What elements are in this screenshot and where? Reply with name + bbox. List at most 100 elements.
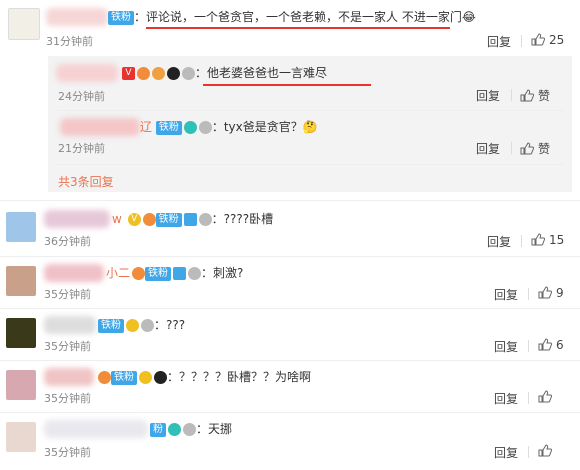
highlight-underline <box>146 27 450 29</box>
fans-icon <box>98 371 111 384</box>
timestamp: 36分钟前 <box>44 235 91 248</box>
divider <box>528 288 529 300</box>
like-button[interactable]: 赞 <box>520 140 550 157</box>
calendar-icon <box>173 267 187 280</box>
blurred-username <box>46 8 108 26</box>
reply-button[interactable]: 回复 <box>487 33 511 50</box>
reply-button[interactable]: 回复 <box>494 286 518 303</box>
reply-button[interactable]: 回复 <box>476 140 500 157</box>
reply-button[interactable]: 回复 <box>487 233 511 250</box>
username[interactable]: 小二 <box>106 266 130 280</box>
comment-2: w V 铁粉 ：????卧槽 36分钟前 回复 15 <box>0 200 580 258</box>
blurred-username <box>44 368 94 386</box>
like-button[interactable]: 25 <box>531 33 564 47</box>
comment-line: 铁粉 ：评论说，一个爸贪官，一个爸老赖，不是一家人 不进一家门😂 <box>108 8 476 25</box>
medal-icon <box>198 213 212 226</box>
sub-reply-text: 他老婆爸爸也一言难尽 <box>207 66 328 80</box>
vip-icon: V <box>127 213 141 226</box>
calendar-icon <box>183 213 197 226</box>
avatar[interactable] <box>8 8 40 40</box>
timestamp: 35分钟前 <box>44 340 91 353</box>
like-button[interactable]: 6 <box>538 338 564 352</box>
comment-text: ：天挪 <box>196 422 233 436</box>
avatar[interactable] <box>6 266 36 296</box>
more-replies-link[interactable]: 共3条回复 <box>58 173 114 190</box>
fan-badge[interactable]: 铁粉 <box>155 212 182 227</box>
thumbs-up-icon <box>520 142 534 155</box>
divider <box>56 164 564 165</box>
blurred-username <box>44 316 96 334</box>
reply-button[interactable]: 回复 <box>494 444 518 461</box>
timestamp: 35分钟前 <box>44 392 91 405</box>
like-button[interactable]: 赞 <box>520 87 550 104</box>
divider <box>521 35 522 47</box>
medal-icon <box>198 121 212 134</box>
like-count: 9 <box>556 286 564 300</box>
chick-icon <box>126 319 139 332</box>
comment-line: w V 铁粉 ：????卧槽 <box>112 210 273 227</box>
comment-5: 铁粉 ：？？？？卧槽？？为啥啊 35分钟前 回复 <box>0 360 580 412</box>
comment-6: 粉 ：天挪 35分钟前 回复 <box>0 412 580 470</box>
reply-button[interactable]: 回复 <box>494 338 518 355</box>
level-icon <box>137 67 150 80</box>
reply-button[interactable]: 回复 <box>494 390 518 407</box>
like-label: 赞 <box>538 89 551 103</box>
reply-button[interactable]: 回复 <box>476 87 500 104</box>
fan-badge[interactable]: 粉 <box>150 422 166 437</box>
panda-emoji-icon <box>167 67 180 80</box>
thumbs-up-icon <box>520 89 534 102</box>
timestamp: 31分钟前 <box>46 35 93 48</box>
like-button[interactable]: 15 <box>531 233 564 247</box>
like-label: 赞 <box>538 142 551 156</box>
comment-text: ：??? <box>154 318 186 332</box>
panda-emoji-icon <box>154 371 167 384</box>
fan-badge[interactable]: 铁粉 <box>98 318 124 333</box>
avatar[interactable] <box>6 318 36 348</box>
divider <box>521 235 522 247</box>
sunglasses-emoji-icon <box>139 371 152 384</box>
sub-reply-text: ：tyx爸是贪官？ <box>211 120 303 134</box>
fans-icon <box>142 213 156 226</box>
comment-line: 粉 ：天挪 <box>150 420 232 437</box>
comment-3: 小二 铁粉 ：刺激? 35分钟前 回复 9 <box>0 256 580 310</box>
like-count: 25 <box>549 33 565 47</box>
thumbs-up-icon <box>538 338 552 351</box>
avatar[interactable] <box>6 422 36 452</box>
medal-icon <box>141 319 154 332</box>
fan-badge[interactable]: 铁粉 <box>111 370 137 385</box>
like-button[interactable]: 9 <box>538 286 564 300</box>
avatar[interactable] <box>6 212 36 242</box>
timestamp: 24分钟前 <box>58 90 105 103</box>
like-count: 15 <box>549 233 565 247</box>
fans-icon <box>152 67 165 80</box>
thumbs-up-icon <box>531 233 545 246</box>
fans-icon <box>132 267 146 280</box>
name-suffix: w <box>112 212 122 226</box>
comment-1: 铁粉 ：评论说，一个爸贪官，一个爸老赖，不是一家人 不进一家门😂 31分钟前 回复… <box>0 0 580 52</box>
fan-badge[interactable]: 铁粉 <box>155 120 182 135</box>
comment-text: ：评论说，一个爸贪官，一个爸老赖，不是一家人 不进一家门 <box>134 10 462 24</box>
highlight-underline <box>203 84 371 86</box>
divider <box>528 392 529 404</box>
like-button[interactable] <box>538 444 556 458</box>
sub-reply-line: V ：他老婆爸爸也一言难尽 <box>120 64 327 81</box>
laugh-emoji-icon: 😂 <box>461 10 476 24</box>
like-button[interactable] <box>538 390 556 404</box>
sub-reply-line: 辽 铁粉 ：tyx爸是贪官？🤔 <box>140 118 318 135</box>
divider <box>56 110 564 111</box>
divider <box>511 142 512 154</box>
comment-4: 铁粉 ：??? 35分钟前 回复 6 <box>0 308 580 360</box>
divider <box>528 340 529 352</box>
thumbs-up-icon <box>538 444 552 457</box>
comment-text: ：????卧槽 <box>211 212 274 226</box>
comment-line: 铁粉 ：??? <box>98 316 185 333</box>
avatar[interactable] <box>6 370 36 400</box>
fan-badge[interactable]: 铁粉 <box>108 10 134 25</box>
fan-badge[interactable]: 铁粉 <box>145 266 172 281</box>
thumbs-up-icon <box>538 390 552 403</box>
vip-icon: V <box>122 67 135 80</box>
blurred-username <box>44 264 104 282</box>
blurred-username <box>56 64 118 82</box>
thumbs-up-icon <box>531 33 545 46</box>
name-tail: 辽 <box>140 120 153 134</box>
